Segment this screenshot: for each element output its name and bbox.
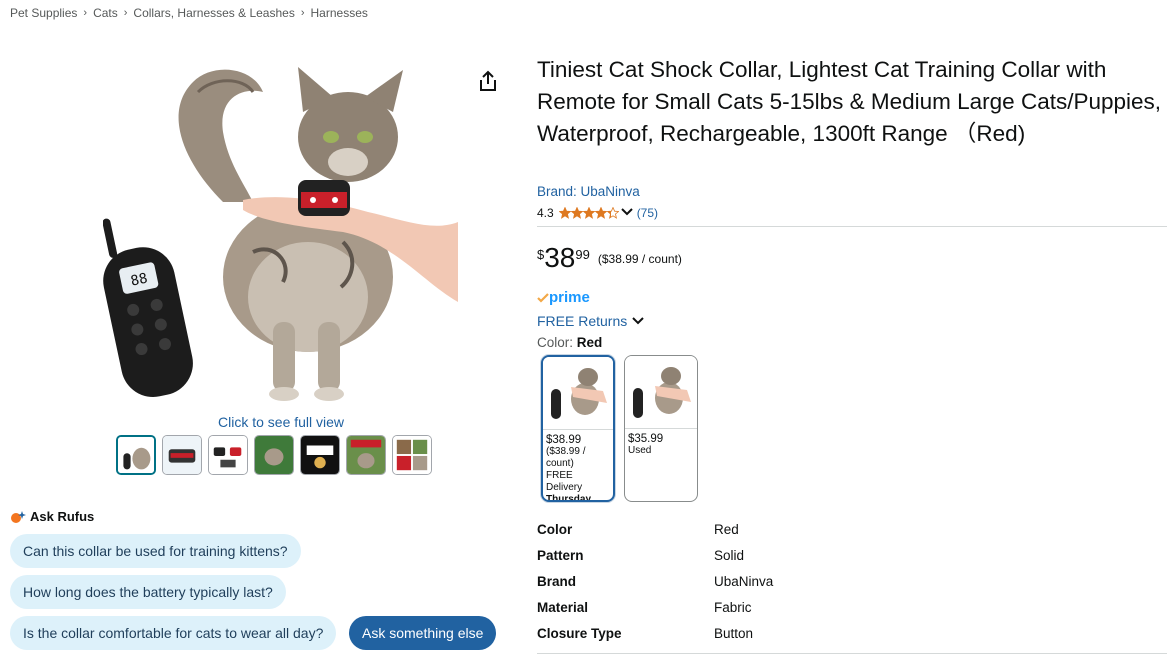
spec-row-pattern: Pattern Solid (537, 548, 1037, 568)
swatch-delivery-day: Thursday (546, 494, 592, 502)
spec-value: Button (714, 626, 754, 641)
spec-row-material: Material Fabric (537, 600, 1037, 620)
swatch-image (625, 356, 697, 429)
thumbnail-strip (116, 435, 432, 475)
rufus-title: Ask Rufus (30, 509, 95, 524)
prime-label: prime (549, 289, 590, 306)
thumbnail-7[interactable] (392, 435, 432, 475)
breadcrumb-separator: › (123, 7, 128, 19)
rufus-question-2[interactable]: How long does the battery typically last… (10, 575, 286, 609)
color-selected-value: Red (576, 335, 603, 350)
rufus-icon (11, 510, 26, 523)
rating-value: 4.3 (537, 206, 554, 220)
spec-value: UbaNinva (714, 574, 774, 589)
rating-count-link[interactable]: (75) (637, 206, 658, 220)
rating-row: 4.3 (75) (537, 206, 658, 220)
spec-row-color: Color Red (537, 522, 1037, 542)
price-block: $ 38 99 ($38.99 / count) (537, 243, 682, 273)
rufus-question-1[interactable]: Can this collar be used for training kit… (10, 534, 301, 568)
spec-key: Brand (537, 574, 577, 589)
chevron-down-icon[interactable] (620, 206, 633, 220)
breadcrumb-item[interactable]: Cats (93, 6, 118, 20)
breadcrumb-item[interactable]: Harnesses (311, 6, 368, 20)
free-returns-label: FREE Returns (537, 313, 628, 329)
price-symbol: $ (537, 247, 545, 262)
spec-key: Material (537, 600, 589, 615)
divider (537, 653, 1167, 654)
breadcrumb-separator: › (83, 7, 88, 19)
spec-value: Fabric (714, 600, 752, 615)
rufus-question-3[interactable]: Is the collar comfortable for cats to we… (10, 616, 337, 650)
product-title: Tiniest Cat Shock Collar, Lightest Cat T… (537, 57, 1162, 146)
chevron-down-icon (632, 317, 644, 325)
spec-key: Closure Type (537, 626, 622, 641)
breadcrumb-item[interactable]: Collars, Harnesses & Leashes (133, 6, 294, 20)
ask-something-else-button[interactable]: Ask something else (349, 616, 497, 650)
color-swatch-used[interactable]: $35.99 Used (624, 355, 698, 502)
spec-row-closure-type: Closure Type Button (537, 626, 1037, 646)
share-icon[interactable] (478, 70, 498, 92)
breadcrumb-separator: › (300, 7, 305, 19)
free-returns-link[interactable]: FREE Returns (537, 313, 645, 329)
full-view-link[interactable]: Click to see full view (218, 414, 344, 430)
thumbnail-6[interactable] (346, 435, 386, 475)
star-rating-icon[interactable] (558, 207, 619, 219)
swatch-image (543, 357, 613, 430)
swatch-price: $35.99 (628, 433, 664, 445)
rufus-header: Ask Rufus (10, 509, 94, 524)
spec-key: Pattern (537, 548, 584, 563)
spec-value: Solid (714, 548, 745, 563)
thumbnail-4[interactable] (254, 435, 294, 475)
thumbnail-3[interactable] (208, 435, 248, 475)
color-label: Color: Red (537, 335, 602, 350)
prime-badge[interactable]: prime (537, 289, 590, 306)
breadcrumb: Pet Supplies › Cats › Collars, Harnesses… (10, 6, 368, 20)
spec-value: Red (714, 522, 739, 537)
main-product-image[interactable]: 88 (102, 52, 458, 412)
prime-check-icon (537, 292, 549, 303)
thumbnail-1[interactable] (116, 435, 156, 475)
spec-key: Color (537, 522, 573, 537)
breadcrumb-item[interactable]: Pet Supplies (10, 6, 77, 20)
price-whole: 38 (544, 242, 576, 273)
thumbnail-5[interactable] (300, 435, 340, 475)
thumbnail-2[interactable] (162, 435, 202, 475)
brand-link[interactable]: Brand: UbaNinva (537, 184, 640, 199)
swatch-price: $38.99 (546, 434, 582, 446)
swatch-per-unit: ($38.99 / count) (546, 446, 586, 469)
swatch-condition: Used (628, 445, 652, 456)
spec-row-brand: Brand UbaNinva (537, 574, 1037, 594)
price-fraction: 99 (575, 247, 590, 262)
swatch-delivery: FREE Delivery (546, 470, 583, 493)
divider (537, 226, 1167, 227)
price-per-unit: ($38.99 / count) (597, 252, 682, 266)
color-swatch-red[interactable]: $38.99 ($38.99 / count) FREE Delivery Th… (541, 355, 615, 502)
color-label-text: Color: (537, 335, 574, 350)
